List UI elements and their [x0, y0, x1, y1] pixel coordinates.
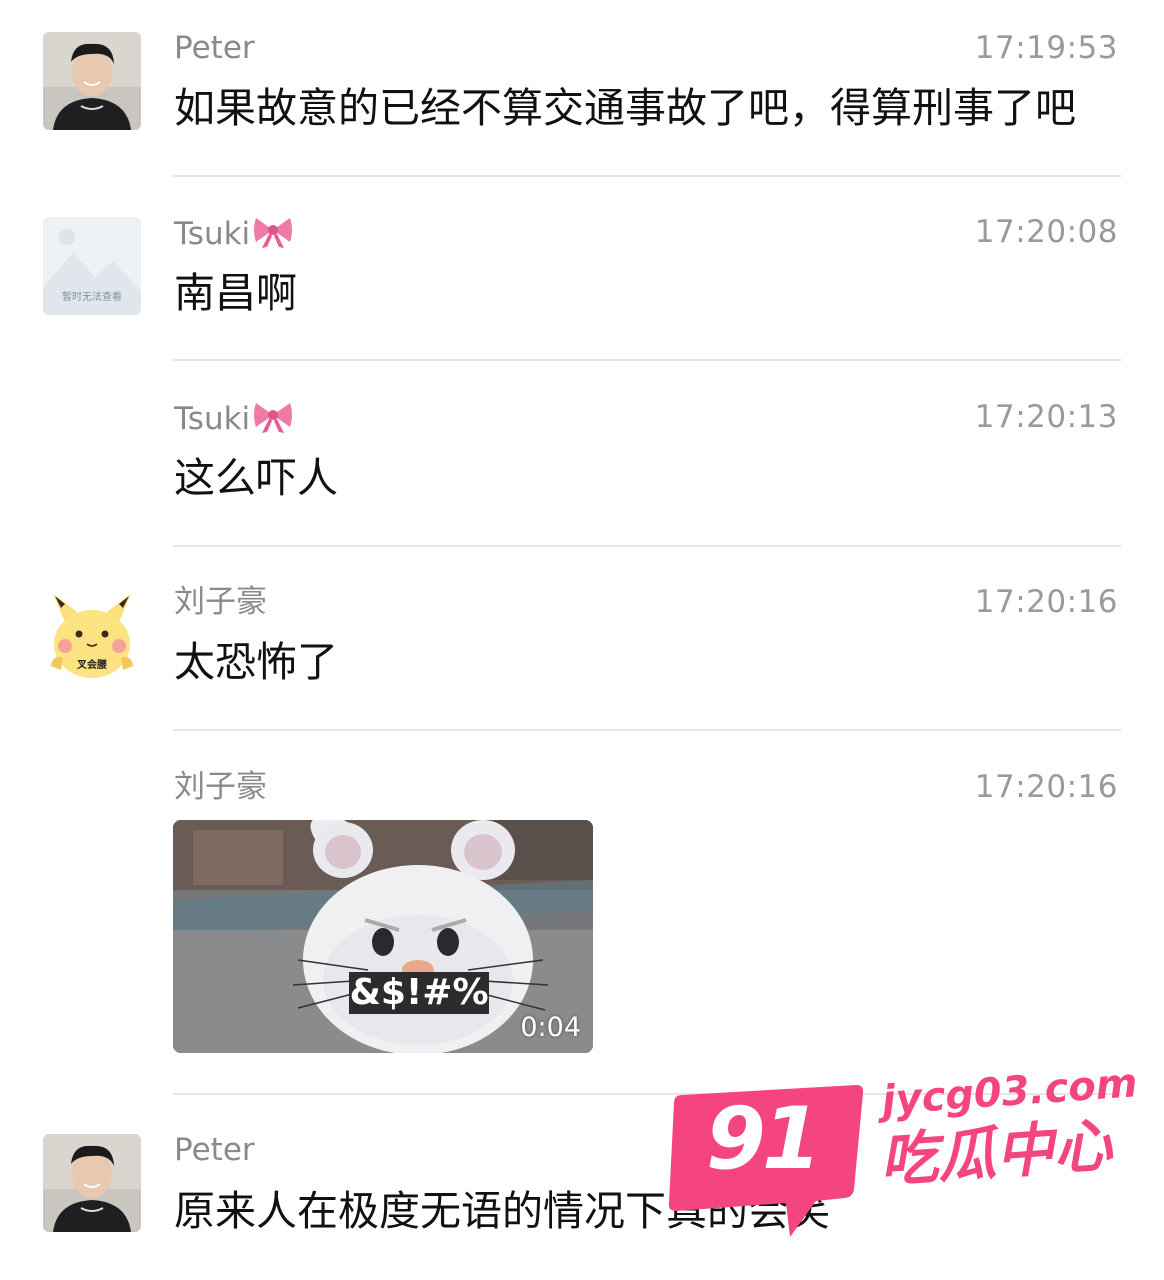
sticker-caption: 叉会腰 — [77, 660, 107, 671]
watermark: 91 jycg03.com 吃瓜中心 — [668, 1060, 1139, 1245]
message-text[interactable]: 太恐怖了 — [174, 636, 338, 688]
placeholder-caption: 暂时无法查看 — [62, 292, 122, 303]
divider — [173, 545, 1121, 547]
sender-name-text: Tsuki — [174, 216, 251, 252]
message-time: 17:20:08 — [974, 214, 1118, 250]
message-time: 17:20:16 — [974, 584, 1118, 620]
message-text[interactable]: 这么吓人 — [174, 452, 338, 504]
sender-name[interactable]: Peter — [174, 30, 255, 66]
message-text[interactable]: 南昌啊 — [174, 267, 297, 319]
sender-name[interactable]: Tsuki — [174, 399, 294, 443]
video-message[interactable]: &$!#% 0:04 — [173, 820, 593, 1053]
avatar-tsuki[interactable]: 暂时无法查看 — [43, 217, 141, 315]
ribbon-bow-icon — [252, 214, 294, 258]
sender-name[interactable]: 刘子豪 — [174, 769, 267, 805]
divider — [173, 175, 1121, 177]
video-caption: &$!#% — [349, 972, 489, 1014]
ribbon-bow-icon — [252, 399, 294, 443]
message-time: 17:19:53 — [974, 30, 1118, 66]
watermark-number: 91 — [706, 1089, 822, 1189]
divider — [173, 729, 1121, 731]
message-time: 17:20:13 — [974, 399, 1118, 435]
video-duration: 0:04 — [520, 1012, 581, 1043]
sender-name[interactable]: Tsuki — [174, 214, 294, 258]
sender-name[interactable]: 刘子豪 — [174, 584, 267, 620]
avatar-peter[interactable] — [43, 32, 141, 130]
sender-name-text: Tsuki — [174, 401, 251, 437]
divider — [173, 359, 1121, 361]
message-time: 17:20:16 — [974, 769, 1118, 805]
message-text[interactable]: 如果故意的已经不算交通事故了吧，得算刑事了吧 — [174, 82, 1076, 134]
avatar-peter[interactable] — [43, 1134, 141, 1232]
sender-name[interactable]: Peter — [174, 1132, 255, 1168]
avatar-liuzihao[interactable]: 叉会腰 — [43, 588, 141, 686]
